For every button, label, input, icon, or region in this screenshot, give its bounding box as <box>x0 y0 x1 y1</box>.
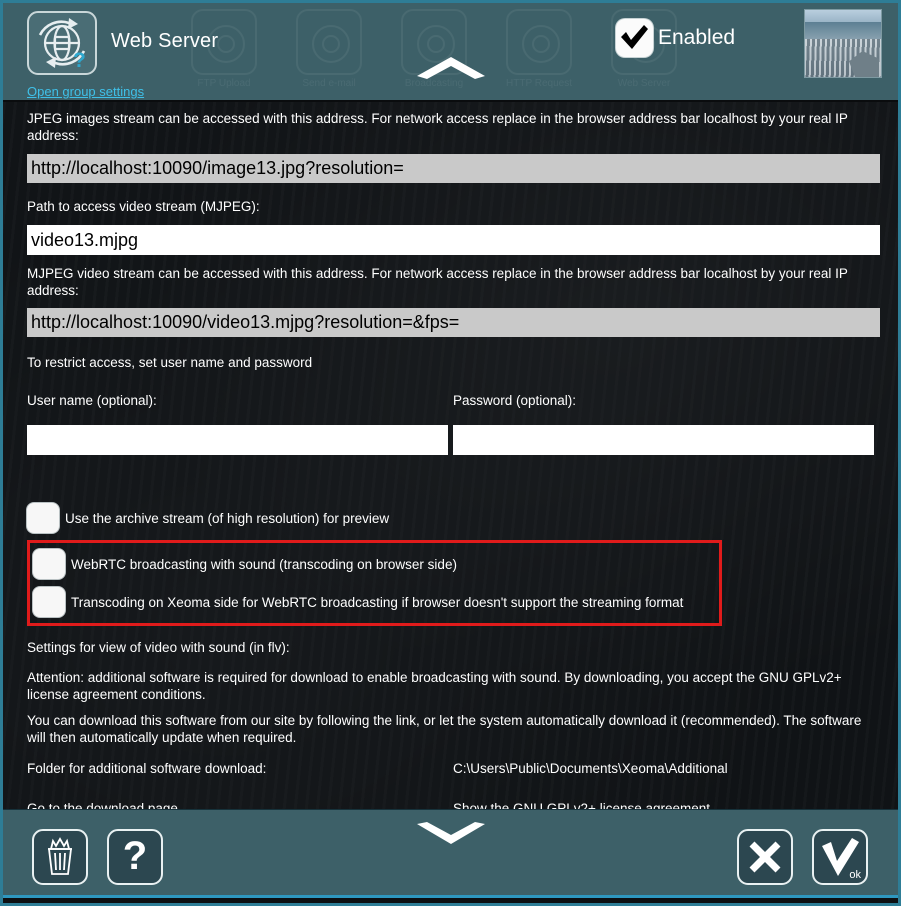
page-title: Web Server <box>111 30 219 52</box>
camera-preview-thumbnail[interactable] <box>804 9 882 78</box>
mjpeg-url-field[interactable] <box>27 308 880 337</box>
jpeg-stream-note: JPEG images stream can be accessed with … <box>27 111 848 143</box>
credentials-labels-row: User name (optional): Password (optional… <box>27 392 874 409</box>
help-button[interactable]: ? <box>107 829 163 885</box>
ghost-module-icon <box>296 9 362 75</box>
attention-note: Attention: additional software is requir… <box>27 670 842 702</box>
flv-settings-label: Settings for view of video with sound (i… <box>27 640 290 655</box>
jpeg-url-field[interactable] <box>27 154 880 183</box>
download-note: You can download this software from our … <box>27 713 862 745</box>
username-input[interactable] <box>27 425 449 455</box>
archive-stream-checkbox-row[interactable]: Use the archive stream (of high resoluti… <box>27 503 874 533</box>
webrtc-broadcast-label: WebRTC broadcasting with sound (transcod… <box>71 556 457 572</box>
ghost-module-icon <box>506 9 572 75</box>
close-x-icon <box>749 841 781 873</box>
delete-module-button[interactable] <box>32 829 88 885</box>
password-input[interactable] <box>452 425 874 455</box>
checkmark-icon <box>621 25 648 49</box>
ghost-module-label: HTTP Request <box>506 78 572 89</box>
module-header: FTP Upload Send e-mail Broadcasting HTTP… <box>3 3 898 102</box>
download-page-link[interactable]: Go to the download page <box>27 801 178 809</box>
xeoma-transcoding-checkbox-row[interactable]: Transcoding on Xeoma side for WebRTC bro… <box>33 587 719 617</box>
ghost-module-label: FTP Upload <box>197 78 251 89</box>
open-group-settings-link[interactable]: Open group settings <box>27 84 144 99</box>
question-mark-icon: ? <box>123 834 147 878</box>
license-agreement-link[interactable]: Show the GNU GPLv2+ license agreement <box>453 801 710 809</box>
username-label: User name (optional): <box>27 393 157 408</box>
ghost-module: Send e-mail <box>293 9 365 89</box>
collapse-chevron-up-icon[interactable] <box>415 55 487 79</box>
password-label: Password (optional): <box>453 393 577 408</box>
folder-row: Folder for additional software download:… <box>27 760 874 777</box>
ok-button[interactable]: ok <box>812 829 868 885</box>
expand-chevron-down-icon[interactable] <box>415 822 487 846</box>
xeoma-transcoding-label: Transcoding on Xeoma side for WebRTC bro… <box>71 594 684 610</box>
ghost-module-label: Send e-mail <box>302 78 356 89</box>
svg-text:?: ? <box>73 49 86 72</box>
enabled-label: Enabled <box>658 26 736 49</box>
web-server-module-icon[interactable]: ? <box>27 11 97 75</box>
settings-content: JPEG images stream can be accessed with … <box>3 102 898 809</box>
webrtc-broadcast-checkbox-row[interactable]: WebRTC broadcasting with sound (transcod… <box>33 549 719 579</box>
cancel-button[interactable] <box>737 829 793 885</box>
ghost-module-label: Broadcasting <box>404 78 464 89</box>
module-footer-toolbar: ? ok <box>3 809 898 898</box>
xeoma-transcoding-checkbox[interactable] <box>33 587 65 617</box>
restrict-access-note: To restrict access, set user name and pa… <box>27 355 313 370</box>
archive-stream-checkbox[interactable] <box>27 503 59 533</box>
links-row: Go to the download page Show the GNU GPL… <box>27 800 874 809</box>
ghost-module-label: Web Server <box>617 78 671 89</box>
trash-icon <box>47 837 73 875</box>
webrtc-broadcast-checkbox[interactable] <box>33 549 65 579</box>
svg-text:?: ? <box>123 834 147 878</box>
credentials-inputs-row <box>27 425 874 455</box>
archive-stream-label: Use the archive stream (of high resoluti… <box>65 510 390 526</box>
enabled-toggle[interactable]: Enabled <box>616 19 735 57</box>
video-path-label: Path to access video stream (MJPEG): <box>27 199 260 214</box>
globe-network-icon: ? <box>38 18 86 72</box>
video-path-input[interactable] <box>27 225 880 255</box>
mjpeg-stream-note: MJPEG video stream can be accessed with … <box>27 266 848 298</box>
folder-value: C:\Users\Public\Documents\Xeoma\Addition… <box>453 761 728 776</box>
folder-label: Folder for additional software download: <box>27 761 267 776</box>
enabled-checkbox[interactable] <box>616 19 653 57</box>
ghost-module: HTTP Request <box>503 9 575 89</box>
xeoma-module-settings-window: FTP Upload Send e-mail Broadcasting HTTP… <box>0 0 901 906</box>
webrtc-highlighted-group: WebRTC broadcasting with sound (transcod… <box>27 540 722 626</box>
ok-button-label: ok <box>849 869 861 881</box>
